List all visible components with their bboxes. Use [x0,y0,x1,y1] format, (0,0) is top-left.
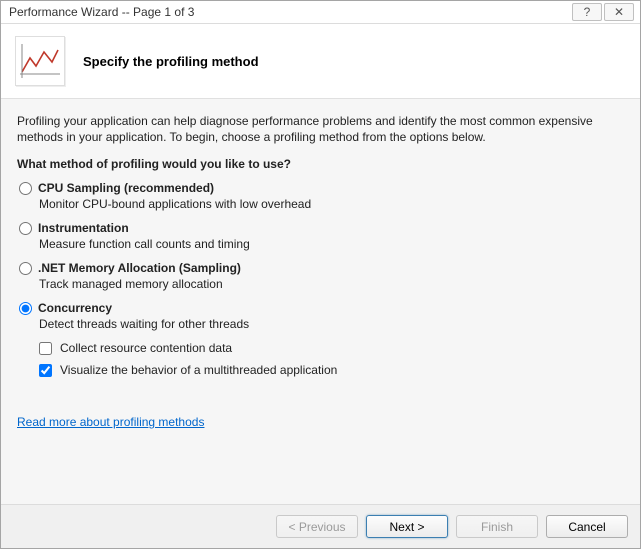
concurrency-subchecks: Collect resource contention data Visuali… [39,341,624,377]
radio-instrumentation-input[interactable] [19,222,32,235]
radio-cpu-sampling[interactable]: CPU Sampling (recommended) [17,181,624,195]
help-button[interactable]: ? [572,3,602,21]
option-desc: Detect threads waiting for other threads [39,317,624,331]
option-label: Concurrency [38,301,112,315]
help-icon: ? [584,5,591,19]
radio-instrumentation[interactable]: Instrumentation [17,221,624,235]
previous-button: < Previous [276,515,358,538]
radio-cpu-sampling-input[interactable] [19,182,32,195]
check-label: Visualize the behavior of a multithreade… [60,363,337,377]
intro-text: Profiling your application can help diag… [17,113,624,145]
question-text: What method of profiling would you like … [17,157,624,171]
option-concurrency: Concurrency Detect threads waiting for o… [17,301,624,377]
check-collect-contention[interactable]: Collect resource contention data [39,341,624,355]
wizard-footer: < Previous Next > Finish Cancel [1,504,640,548]
close-icon: ✕ [614,5,624,19]
window-title: Performance Wizard -- Page 1 of 3 [9,5,194,19]
chart-icon [15,36,65,86]
wizard-window: Performance Wizard -- Page 1 of 3 ? ✕ Sp… [0,0,641,549]
wizard-heading: Specify the profiling method [83,54,259,69]
check-collect-contention-input[interactable] [39,342,52,355]
cancel-button[interactable]: Cancel [546,515,628,538]
close-button[interactable]: ✕ [604,3,634,21]
option-desc: Monitor CPU-bound applications with low … [39,197,624,211]
learn-more-link[interactable]: Read more about profiling methods [17,415,204,429]
option-net-memory: .NET Memory Allocation (Sampling) Track … [17,261,624,291]
radio-concurrency[interactable]: Concurrency [17,301,624,315]
check-visualize-multithreaded-input[interactable] [39,364,52,377]
option-desc: Measure function call counts and timing [39,237,624,251]
wizard-header: Specify the profiling method [1,24,640,99]
check-visualize-multithreaded[interactable]: Visualize the behavior of a multithreade… [39,363,624,377]
option-label: .NET Memory Allocation (Sampling) [38,261,241,275]
option-instrumentation: Instrumentation Measure function call co… [17,221,624,251]
radio-concurrency-input[interactable] [19,302,32,315]
titlebar: Performance Wizard -- Page 1 of 3 ? ✕ [1,1,640,24]
wizard-body: Profiling your application can help diag… [1,99,640,504]
radio-net-memory-input[interactable] [19,262,32,275]
option-label: Instrumentation [38,221,129,235]
next-button[interactable]: Next > [366,515,448,538]
option-cpu-sampling: CPU Sampling (recommended) Monitor CPU-b… [17,181,624,211]
radio-net-memory[interactable]: .NET Memory Allocation (Sampling) [17,261,624,275]
check-label: Collect resource contention data [60,341,232,355]
finish-button: Finish [456,515,538,538]
option-label: CPU Sampling (recommended) [38,181,214,195]
option-desc: Track managed memory allocation [39,277,624,291]
